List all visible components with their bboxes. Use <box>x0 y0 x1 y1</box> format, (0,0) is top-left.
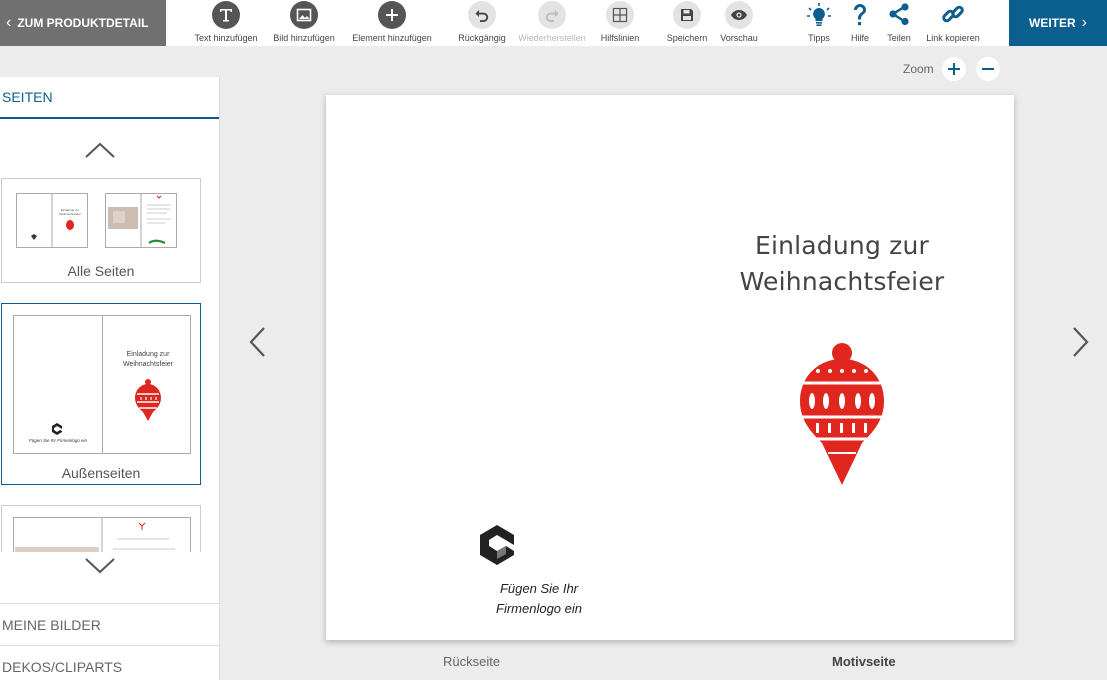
grid-icon <box>606 1 634 29</box>
share-button[interactable]: Teilen <box>884 0 914 46</box>
help-label: Hilfe <box>850 33 869 43</box>
next-button[interactable]: WEITER › <box>1009 0 1107 46</box>
help-button[interactable]: Hilfe <box>846 0 874 46</box>
sidebar-pages-tab[interactable]: SEITEN <box>0 77 219 119</box>
next-page-arrow[interactable] <box>1070 326 1090 358</box>
sidebar-decos-cliparts[interactable]: DEKOS/CLIPARTS <box>0 645 219 680</box>
guides-label: Hilfslinien <box>600 33 640 43</box>
redo-label: Wiederherstellen <box>518 33 586 43</box>
thumb-all-pages[interactable]: Einladung zur Weihnachtsfeier Alle Seite… <box>1 178 201 283</box>
undo-button[interactable]: Rückgängig <box>455 0 509 46</box>
plus-icon <box>378 1 406 29</box>
all-pages-preview-inner <box>105 193 177 248</box>
thumb-outer-pages-label: Außenseiten <box>61 465 141 481</box>
ornament-icon <box>135 379 161 421</box>
save-label: Speichern <box>666 33 708 43</box>
outer-preview-logo-text: Fügen Sie Ihr Firmenlogo ein <box>18 438 98 444</box>
add-element-button[interactable]: Element hinzufügen <box>347 0 437 46</box>
add-image-button[interactable]: Bild hinzufügen <box>268 0 340 46</box>
undo-icon <box>468 1 496 29</box>
question-icon <box>846 1 874 29</box>
inner-pages-preview <box>13 517 191 552</box>
outer-pages-preview: Einladung zur Weihnachtsfeier Fügen Sie … <box>13 315 191 454</box>
thumb-inner-pages[interactable] <box>1 505 201 552</box>
card-title-line1: Einladung zur <box>754 231 930 260</box>
svg-text:Weihnachtsfeier: Weihnachtsfeier <box>59 212 80 216</box>
add-text-label: Text hinzufügen <box>194 33 258 43</box>
lightbulb-icon <box>805 1 833 29</box>
chevron-up-icon[interactable] <box>84 141 116 159</box>
card-title-text[interactable]: Einladung zur Weihnachtsfeier <box>728 228 956 300</box>
front-side-label: Motivseite <box>832 654 896 669</box>
zoom-in-button[interactable] <box>941 57 966 81</box>
image-icon <box>290 1 318 29</box>
chevron-right-icon: › <box>1081 14 1087 31</box>
thumb-outer-pages[interactable]: Einladung zur Weihnachtsfeier Fügen Sie … <box>1 303 201 485</box>
chevron-down-icon[interactable] <box>84 557 116 575</box>
design-canvas[interactable]: Einladung zur Weihnachtsfeier Fügen Sie … <box>326 95 1014 640</box>
top-toolbar: ‹ ZUM PRODUKTDETAIL Text hinzufügen Bild… <box>0 0 1107 46</box>
sidebar-pages-title: SEITEN <box>2 89 53 105</box>
logo-text-line1: Fügen Sie Ihr <box>499 581 579 596</box>
christmas-ornament[interactable] <box>788 341 896 487</box>
add-image-label: Bild hinzufügen <box>273 33 335 43</box>
sidebar-my-images[interactable]: MEINE BILDER <box>0 603 219 645</box>
chevron-left-icon: ‹ <box>6 14 12 31</box>
back-to-product-button[interactable]: ‹ ZUM PRODUKTDETAIL <box>0 0 166 46</box>
company-logo-small <box>52 423 62 435</box>
next-button-label: WEITER <box>1029 16 1076 30</box>
thumb-all-pages-label: Alle Seiten <box>67 263 135 279</box>
zoom-minus-icon <box>981 68 994 70</box>
preview-label: Vorschau <box>720 33 758 43</box>
link-icon <box>939 1 967 29</box>
share-icon <box>885 1 913 29</box>
tips-label: Tipps <box>808 33 830 43</box>
outer-preview-fold <box>102 316 103 453</box>
undo-label: Rückgängig <box>458 33 506 43</box>
save-button[interactable]: Speichern <box>662 0 712 46</box>
save-icon <box>673 1 701 29</box>
outer-preview-title: Einladung zur Weihnachtsfeier <box>106 350 190 370</box>
thumb-inner-pages-frame <box>1 505 201 552</box>
tips-button[interactable]: Tipps <box>804 0 834 46</box>
pages-sidebar: SEITEN Einladung zur Weihnachtsfeier All… <box>0 77 220 680</box>
canvas-fold <box>670 95 671 640</box>
card-title-line2: Weihnachtsfeier <box>739 267 945 296</box>
zoom-label: Zoom <box>903 62 934 76</box>
sidebar-decos-label: DEKOS/CLIPARTS <box>2 658 123 675</box>
sidebar-my-images-label: MEINE BILDER <box>2 616 101 633</box>
zoom-plus-icon <box>947 63 960 75</box>
outer-preview-title-text: Einladung zur Weihnachtsfeier <box>122 351 174 368</box>
logo-placeholder-text[interactable]: Fügen Sie Ihr Firmenlogo ein <box>434 579 644 619</box>
add-element-label: Element hinzufügen <box>352 33 432 43</box>
share-label: Teilen <box>887 33 911 43</box>
text-icon <box>212 1 240 29</box>
previous-page-arrow[interactable] <box>248 326 268 358</box>
add-text-button[interactable]: Text hinzufügen <box>190 0 262 46</box>
copy-link-button[interactable]: Link kopieren <box>922 0 984 46</box>
copy-link-label: Link kopieren <box>926 33 980 43</box>
all-pages-preview-outer: Einladung zur Weihnachtsfeier <box>16 193 88 248</box>
company-logo-placeholder[interactable] <box>476 523 518 577</box>
back-button-label: ZUM PRODUKTDETAIL <box>17 16 149 30</box>
preview-button[interactable]: Vorschau <box>716 0 762 46</box>
eye-icon <box>725 1 753 29</box>
back-side-label: Rückseite <box>443 654 501 669</box>
zoom-controls: Zoom <box>903 57 1010 81</box>
redo-icon <box>538 1 566 29</box>
outer-preview-logo-text-value: Fügen Sie Ihr Firmenlogo ein <box>28 438 88 443</box>
guides-button[interactable]: Hilfslinien <box>596 0 644 46</box>
logo-text-line2: Firmenlogo ein <box>496 601 582 616</box>
zoom-out-button[interactable] <box>975 57 1000 81</box>
redo-button[interactable]: Wiederherstellen <box>513 0 591 46</box>
